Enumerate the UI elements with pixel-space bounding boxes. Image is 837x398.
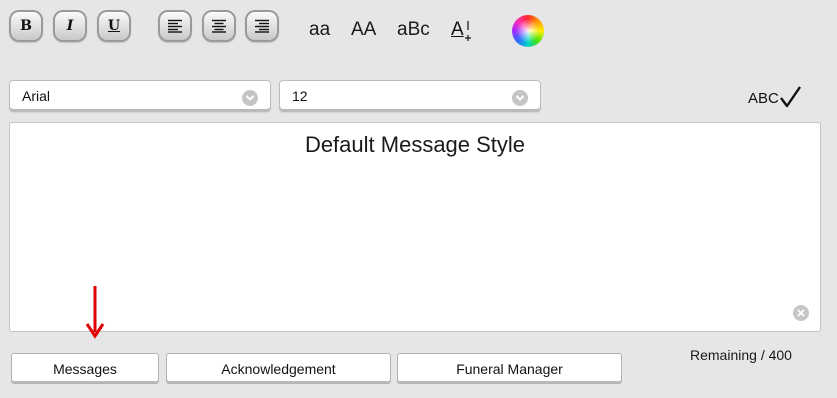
italic-button[interactable]: I <box>53 10 87 42</box>
font-size-value: 12 <box>292 88 308 104</box>
font-family-select[interactable]: Arial <box>9 80 271 112</box>
clear-icon[interactable] <box>793 305 809 321</box>
annotation-arrow-icon <box>85 286 105 339</box>
mixed-case-button[interactable]: aBc <box>397 19 430 41</box>
message-text[interactable]: Default Message Style <box>10 132 820 158</box>
color-wheel-button[interactable] <box>512 15 544 47</box>
spellcheck-button[interactable]: ABC <box>748 86 801 108</box>
message-editor[interactable]: Default Message Style <box>9 122 821 332</box>
bold-glyph: B <box>20 18 32 34</box>
font-size-plus-icon <box>465 21 471 41</box>
spellcheck-label: ABC <box>748 90 779 107</box>
chevron-down-icon <box>242 90 258 106</box>
font-family-value: Arial <box>22 88 51 104</box>
align-right-button[interactable] <box>245 10 279 42</box>
font-size-select[interactable]: 12 <box>279 80 541 112</box>
underline-glyph: U <box>107 18 121 34</box>
acknowledgement-button[interactable]: Acknowledgement <box>166 353 391 384</box>
underline-button[interactable]: U <box>97 10 131 42</box>
align-left-button[interactable] <box>158 10 192 42</box>
align-left-icon <box>168 19 182 33</box>
align-right-icon <box>255 19 269 33</box>
funeral-manager-button[interactable]: Funeral Manager <box>397 353 622 384</box>
align-center-icon <box>212 19 226 33</box>
font-size-increase-button[interactable]: A <box>451 19 471 41</box>
lowercase-button[interactable]: aa <box>309 19 330 41</box>
italic-glyph: I <box>66 18 74 34</box>
font-size-letter: A <box>451 19 464 40</box>
remaining-counter: Remaining / 400 <box>690 347 792 363</box>
uppercase-button[interactable]: AA <box>351 19 376 41</box>
chevron-down-icon <box>512 90 528 106</box>
messages-button[interactable]: Messages <box>11 353 159 384</box>
checkmark-icon <box>779 86 801 108</box>
align-center-button[interactable] <box>202 10 236 42</box>
bold-button[interactable]: B <box>9 10 43 42</box>
